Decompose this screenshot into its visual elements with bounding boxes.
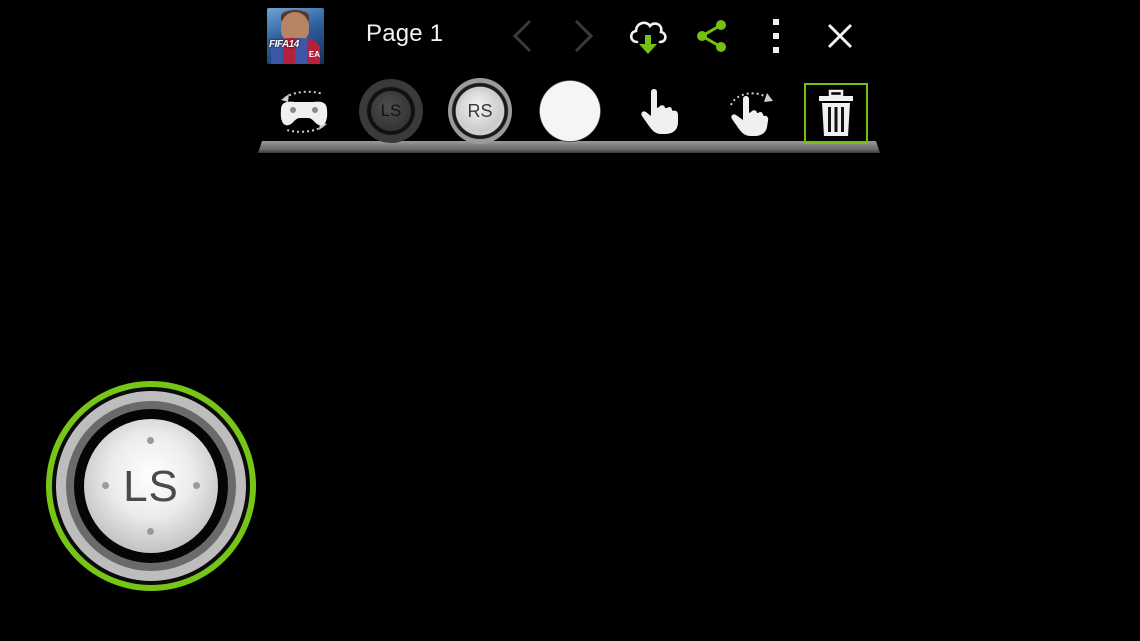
prev-page-button[interactable] xyxy=(500,14,544,58)
tool-strip: LS RS xyxy=(258,78,880,154)
knob-dot-bottom xyxy=(147,528,154,535)
left-stick-tool-label: LS xyxy=(370,90,412,132)
share-icon xyxy=(697,20,726,52)
close-icon xyxy=(827,23,853,49)
game-logo-text: FIFA14 xyxy=(269,39,299,50)
cloud-download-icon xyxy=(629,21,667,54)
publisher-logo-text: EA xyxy=(308,50,320,59)
more-options-button[interactable] xyxy=(754,14,798,58)
chevron-right-icon xyxy=(574,19,594,53)
left-stick-label: LS xyxy=(123,462,179,511)
left-stick-tool[interactable]: LS xyxy=(359,79,423,143)
next-page-button[interactable] xyxy=(562,14,606,58)
download-button[interactable] xyxy=(626,14,670,58)
left-stick-gap: LS xyxy=(74,409,228,563)
more-vertical-icon xyxy=(773,19,779,53)
right-stick-tool-icon: RS xyxy=(448,78,512,144)
right-stick-tool-label: RS xyxy=(459,90,501,132)
knob-dot-left xyxy=(102,482,109,489)
left-stick-metal-ring: LS xyxy=(56,391,246,581)
top-bar: FIFA14 EA Page 1 xyxy=(260,0,880,74)
tap-hand-icon xyxy=(641,89,678,134)
delete-tool[interactable] xyxy=(804,83,868,144)
tap-tool[interactable] xyxy=(627,80,691,142)
knob-dot-top xyxy=(147,437,154,444)
tool-strip-shelf xyxy=(258,141,880,153)
left-stick-knob[interactable]: LS xyxy=(84,419,218,553)
button-tool[interactable] xyxy=(538,80,602,142)
game-cover-icon[interactable]: FIFA14 EA xyxy=(267,8,324,64)
rotate-controller-tool[interactable] xyxy=(272,80,336,142)
left-stick-inner-ring: LS xyxy=(66,401,236,571)
chevron-left-icon xyxy=(512,19,532,53)
rotate-controller-icon xyxy=(280,90,328,133)
page-title: Page 1 xyxy=(366,20,444,47)
left-stick-tool-icon: LS xyxy=(359,79,423,143)
controller-mapping-screen: FIFA14 EA Page 1 LS RS LS xyxy=(0,0,1140,641)
left-stick-control[interactable]: LS xyxy=(46,381,256,591)
swipe-hand-icon xyxy=(730,92,773,136)
right-stick-tool[interactable]: RS xyxy=(448,78,512,144)
swipe-tool[interactable] xyxy=(717,80,781,142)
share-button[interactable] xyxy=(690,14,734,58)
knob-dot-right xyxy=(193,482,200,489)
close-button[interactable] xyxy=(818,14,862,58)
trash-icon xyxy=(819,89,853,136)
left-stick-outer-ring: LS xyxy=(52,387,250,585)
round-button-icon xyxy=(539,80,601,142)
